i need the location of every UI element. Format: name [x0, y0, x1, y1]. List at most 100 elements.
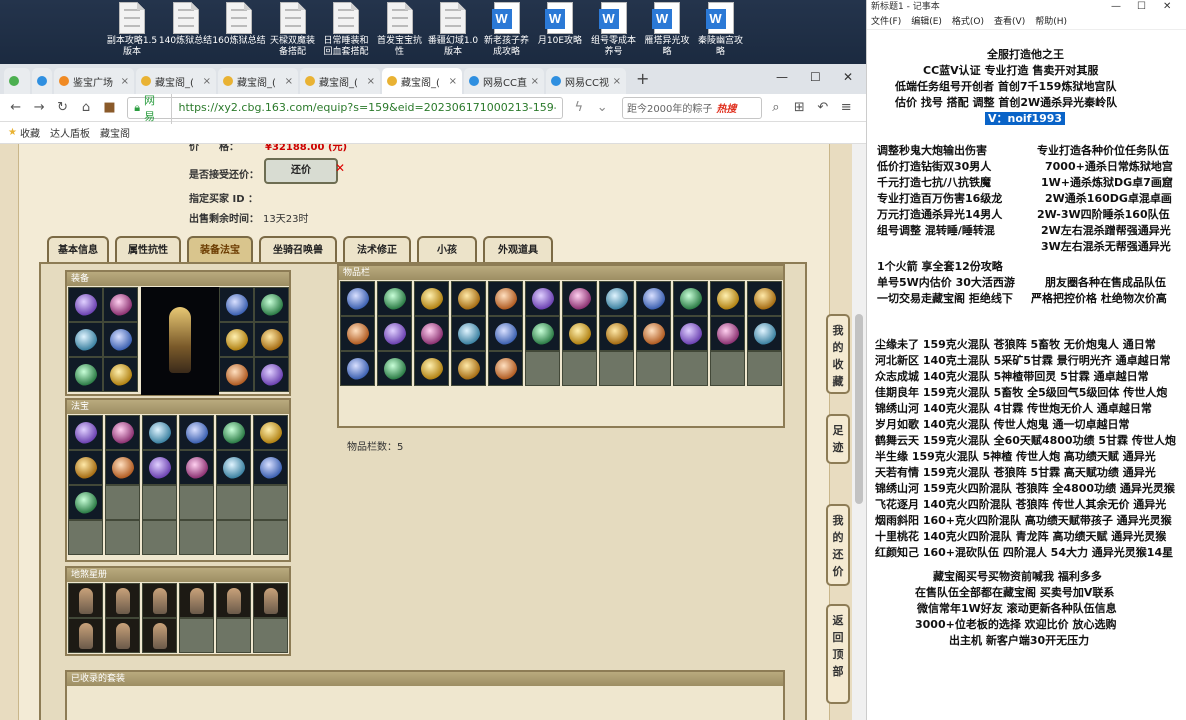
item-slot[interactable] [219, 357, 254, 392]
desktop-icon[interactable]: 天樑双魔装 备搭配 [265, 2, 321, 62]
my-favorites-button[interactable]: 我的收藏 [826, 314, 850, 394]
close-window-button[interactable]: ✕ [843, 70, 853, 84]
tab-detail[interactable]: 法术修正 [343, 236, 411, 264]
item-slot[interactable] [340, 316, 375, 351]
item-slot[interactable] [488, 351, 523, 386]
item-slot[interactable] [254, 287, 289, 322]
desktop-icon[interactable]: W 秦陵幽宫攻 略 [693, 2, 749, 62]
tab-detail[interactable]: 坐骑召唤兽 [259, 236, 337, 264]
item-slot[interactable] [377, 281, 412, 316]
scroll-thumb[interactable] [855, 314, 863, 504]
item-slot[interactable] [105, 450, 140, 485]
item-slot[interactable] [219, 287, 254, 322]
browser-tab[interactable]: 鉴宝广场 × [54, 68, 134, 94]
search-input[interactable]: 距今2000年的粽子 热搜 [621, 96, 763, 119]
item-slot[interactable] [253, 583, 288, 618]
item-slot[interactable] [142, 415, 177, 450]
item-slot[interactable] [68, 357, 103, 392]
close-icon[interactable]: × [203, 76, 211, 87]
item-slot[interactable] [179, 583, 214, 618]
item-slot[interactable] [414, 351, 449, 386]
item-slot[interactable] [68, 583, 103, 618]
forward-icon[interactable]: → [29, 98, 48, 118]
back-to-top-button[interactable]: 返回顶部 [826, 604, 850, 704]
search-icon[interactable]: ⌕ [766, 98, 785, 118]
item-slot[interactable] [451, 316, 486, 351]
item-slot[interactable] [747, 316, 782, 351]
desktop-icon[interactable]: 副本攻略1.5 版本 [104, 2, 160, 62]
item-slot[interactable] [414, 281, 449, 316]
wallet-icon[interactable]: ■ [100, 98, 119, 118]
desktop-icon[interactable]: 首发宝宝抗 性 [372, 2, 428, 62]
item-slot[interactable] [525, 316, 560, 351]
browser-tab[interactable]: 网易CC视 × [546, 68, 626, 94]
item-slot[interactable] [254, 357, 289, 392]
item-slot[interactable] [525, 281, 560, 316]
item-slot[interactable] [179, 415, 214, 450]
bookmark-item[interactable]: 藏宝阁 [100, 125, 130, 140]
menu-item[interactable]: 编辑(E) [911, 17, 942, 27]
browser-tab[interactable]: 藏宝阁_(× [136, 68, 216, 94]
close-icon[interactable]: × [449, 76, 457, 87]
item-slot[interactable] [105, 583, 140, 618]
menu-item[interactable]: 格式(O) [952, 17, 984, 27]
bargain-button[interactable]: 还价 [264, 158, 338, 184]
minimize-button[interactable]: — [776, 70, 788, 84]
back-icon[interactable]: ← [6, 98, 25, 118]
maximize-button[interactable]: ☐ [810, 70, 821, 84]
footprint-button[interactable]: 足迹 [826, 414, 850, 464]
desktop-icon[interactable]: W 新老孩子养 成攻略 [479, 2, 535, 62]
desktop-icon[interactable]: W 雁塔异光攻 略 [639, 2, 695, 62]
browser-tab[interactable] [4, 68, 30, 94]
item-slot[interactable] [68, 450, 103, 485]
item-slot[interactable] [710, 316, 745, 351]
item-slot[interactable] [142, 583, 177, 618]
menu-icon[interactable]: ≡ [837, 98, 856, 118]
desktop-icon[interactable]: W 月10E攻略 [532, 2, 588, 62]
tab-detail[interactable]: 外观道具 [483, 236, 553, 264]
item-slot[interactable] [219, 322, 254, 357]
item-slot[interactable] [488, 281, 523, 316]
item-slot[interactable] [562, 281, 597, 316]
item-slot[interactable] [451, 351, 486, 386]
browser-tab[interactable]: 藏宝阁_(× [300, 68, 380, 94]
item-slot[interactable] [254, 322, 289, 357]
item-slot[interactable] [340, 351, 375, 386]
browser-tab[interactable]: 藏宝阁_(× [382, 68, 462, 94]
undo-icon[interactable]: ↶ [813, 98, 832, 118]
item-slot[interactable] [636, 281, 671, 316]
item-slot[interactable] [103, 287, 138, 322]
item-slot[interactable] [673, 281, 708, 316]
close-icon[interactable]: × [531, 76, 539, 87]
reload-icon[interactable]: ↻ [53, 98, 72, 118]
item-slot[interactable] [68, 415, 103, 450]
item-slot[interactable] [488, 316, 523, 351]
item-slot[interactable] [377, 351, 412, 386]
item-slot[interactable] [105, 618, 140, 653]
item-slot[interactable] [253, 450, 288, 485]
item-slot[interactable] [253, 415, 288, 450]
notepad-text-area[interactable]: 全服打造他之王 CC蓝V认证 专业打造 售卖开对其服 低端任务组号开创者 首创7千1… [867, 36, 1186, 720]
item-slot[interactable] [599, 316, 634, 351]
home-icon[interactable]: ⌂ [76, 98, 95, 118]
item-slot[interactable] [68, 287, 103, 322]
item-slot[interactable] [562, 316, 597, 351]
item-slot[interactable] [105, 415, 140, 450]
item-slot[interactable] [68, 322, 103, 357]
item-slot[interactable] [340, 281, 375, 316]
item-slot[interactable] [179, 450, 214, 485]
tab-detail[interactable]: 属性抗性 [115, 236, 181, 264]
browser-tab[interactable]: 藏宝阁_(× [218, 68, 298, 94]
item-slot[interactable] [414, 316, 449, 351]
browser-tab[interactable] [32, 68, 52, 94]
tab-detail[interactable]: 小孩 [417, 236, 477, 264]
address-bar[interactable]: 🔒︎ 网易 https://xy2.cbg.163.com/equip?s=15… [127, 91, 564, 124]
item-slot[interactable] [710, 281, 745, 316]
grid-icon[interactable]: ⊞ [790, 98, 809, 118]
close-icon[interactable]: ✕ [335, 161, 345, 175]
item-slot[interactable] [377, 316, 412, 351]
tab-detail[interactable]: 基本信息 [47, 236, 109, 264]
item-slot[interactable] [68, 485, 103, 520]
tab-detail[interactable]: 装备法宝 [187, 236, 253, 264]
item-slot[interactable] [216, 450, 251, 485]
